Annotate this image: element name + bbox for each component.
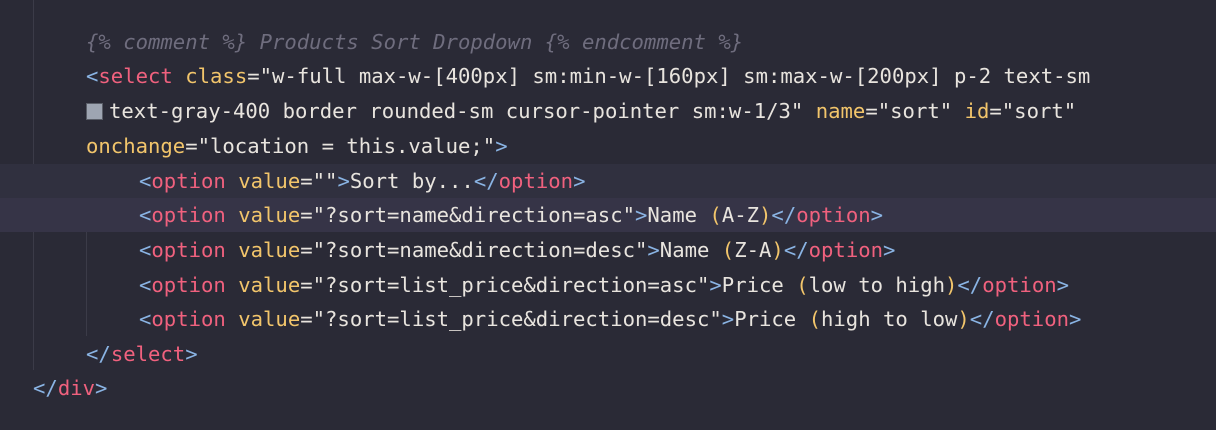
paren-token: ): [771, 238, 784, 262]
tag-name-token: div: [57, 376, 96, 400]
paren-token: ): [957, 307, 970, 331]
code-line-option[interactable]: <option value="?sort=list_price&directio…: [0, 302, 1216, 336]
string-token: "?sort=list_price&direction=asc": [312, 273, 710, 297]
tag-name-token: option: [151, 273, 226, 297]
bracket-token: <: [139, 307, 152, 331]
code-line-select-attrs[interactable]: text-gray-400 border rounded-sm cursor-p…: [0, 94, 1216, 128]
tag-name-token: option: [151, 307, 226, 331]
tag-name-token: option: [151, 238, 226, 262]
equals-token: =: [865, 99, 878, 123]
bracket-token: <: [139, 238, 152, 262]
equals-token: =: [989, 99, 1002, 123]
code-line-option[interactable]: <option value="?sort=list_price&directio…: [0, 268, 1216, 302]
code-line-select-open[interactable]: <select class="w-full max-w-[400px] sm:m…: [0, 59, 1216, 93]
text-token: Name: [647, 203, 710, 227]
equals-token: =: [185, 134, 198, 158]
bracket-token: >: [721, 307, 735, 331]
string-token: "location = this.value;": [197, 134, 496, 158]
bracket-token: </: [783, 238, 809, 262]
tag-name-token: option: [982, 273, 1057, 297]
paren-token: (: [796, 273, 809, 297]
text-token: Sort by...: [349, 169, 474, 193]
text-token: Price: [734, 307, 809, 331]
text-token: Name: [659, 238, 722, 262]
attribute-token: value: [238, 169, 301, 193]
attribute-token: id: [964, 99, 990, 123]
bracket-token: >: [495, 134, 508, 158]
bracket-token: >: [95, 376, 108, 400]
attribute-token: onchange: [86, 134, 186, 158]
bracket-token: >: [337, 169, 350, 193]
text-token: Z-A: [734, 238, 772, 262]
attribute-token: value: [238, 307, 301, 331]
bracket-token: <: [139, 273, 152, 297]
tag-name-token: option: [808, 238, 884, 262]
string-token: text-gray-400 border rounded-sm cursor-p…: [109, 99, 804, 123]
tag-name-token: select: [98, 64, 173, 88]
string-token: "?sort=name&direction=desc": [312, 238, 648, 262]
text-token: A-Z: [721, 203, 760, 227]
bracket-token: >: [1056, 273, 1070, 297]
attribute-token: class: [185, 64, 248, 88]
bracket-token: </: [473, 169, 499, 193]
code-editor[interactable]: {% comment %} Products Sort Dropdown {% …: [0, 0, 1216, 430]
tag-name-token: option: [796, 203, 871, 227]
paren-token: ): [945, 273, 958, 297]
attribute-token: value: [238, 238, 301, 262]
bracket-token: >: [635, 203, 648, 227]
code-line-option[interactable]: <option value="?sort=name&direction=desc…: [0, 233, 1216, 267]
equals-token: =: [300, 238, 313, 262]
bracket-token: >: [573, 169, 586, 193]
bracket-token: <: [139, 203, 152, 227]
equals-token: =: [247, 64, 260, 88]
bracket-token: >: [870, 203, 884, 227]
code-line-option-active[interactable]: <option value="?sort=name&direction=asc"…: [0, 198, 1216, 232]
bracket-token: >: [883, 238, 896, 262]
text-token: high to low: [821, 307, 958, 331]
attribute-token: value: [238, 203, 301, 227]
text-token: Price: [721, 273, 797, 297]
bracket-token: >: [185, 342, 198, 366]
string-token: "?sort=name&direction=asc": [312, 203, 635, 227]
code-line-comment[interactable]: {% comment %} Products Sort Dropdown {% …: [0, 25, 1216, 59]
string-token: "sort": [877, 99, 953, 123]
string-token: "w-full max-w-[400px] sm:min-w-[160px] s…: [259, 64, 1091, 88]
bracket-token: </: [957, 273, 983, 297]
bracket-token: </: [969, 307, 995, 331]
attribute-token: name: [815, 99, 866, 123]
equals-token: =: [300, 203, 313, 227]
string-token: "sort": [1001, 99, 1077, 123]
code-line-option[interactable]: <option value="">Sort by...</option>: [0, 164, 1216, 198]
paren-token: (: [808, 307, 821, 331]
text-token: low to high: [808, 273, 945, 297]
bracket-token: >: [1069, 307, 1082, 331]
tag-name-token: option: [151, 203, 226, 227]
color-swatch-icon[interactable]: [86, 103, 103, 120]
code-line-div-close[interactable]: </div>: [0, 371, 1216, 405]
bracket-token: <: [139, 169, 152, 193]
bracket-token: </: [33, 376, 58, 400]
equals-token: =: [300, 273, 313, 297]
equals-token: =: [300, 169, 313, 193]
paren-token: ): [759, 203, 772, 227]
string-token: "?sort=list_price&direction=desc": [312, 307, 722, 331]
bracket-token: </: [771, 203, 797, 227]
tag-name-token: option: [151, 169, 226, 193]
tag-name-token: option: [498, 169, 574, 193]
bracket-token: >: [647, 238, 660, 262]
code-line-onchange[interactable]: onchange="location = this.value;">: [0, 129, 1216, 163]
bracket-token: >: [709, 273, 722, 297]
tag-name-token: select: [110, 342, 186, 366]
equals-token: =: [300, 307, 313, 331]
paren-token: (: [721, 238, 735, 262]
code-line-select-close[interactable]: </select>: [0, 337, 1216, 371]
tag-name-token: option: [994, 307, 1070, 331]
attribute-token: value: [238, 273, 301, 297]
comment-token: {% comment %} Products Sort Dropdown {% …: [86, 30, 744, 54]
string-token: "": [312, 169, 338, 193]
bracket-token: <: [86, 64, 99, 88]
bracket-token: </: [86, 342, 111, 366]
paren-token: (: [709, 203, 722, 227]
